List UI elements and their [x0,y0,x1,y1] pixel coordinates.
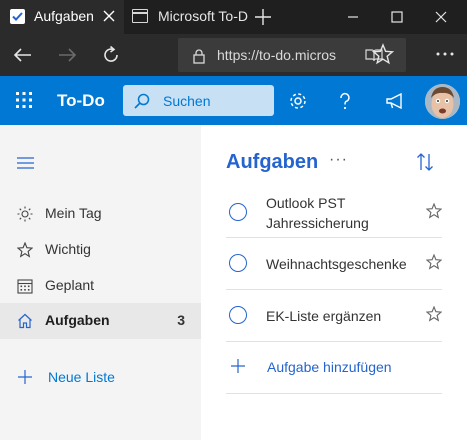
list-title[interactable]: Aufgaben [226,151,318,174]
app-header: To-Do Suchen [0,76,467,125]
plus-icon [17,369,33,385]
tab-title: Aufgaben [34,8,94,24]
complete-task-checkbox[interactable] [229,254,247,272]
settings-gear-icon[interactable] [287,90,309,112]
hamburger-menu-icon[interactable] [17,156,34,169]
task-count-badge: 3 [177,312,185,328]
search-box[interactable]: Suchen [123,85,274,116]
tab-microsoft-todo[interactable]: Microsoft To-D [124,0,250,34]
sort-icon[interactable] [416,152,434,172]
sidebar-item-label: Wichtig [45,241,91,257]
sun-icon [17,206,33,222]
user-avatar[interactable] [425,84,460,119]
app-title[interactable]: To-Do [57,91,105,111]
sidebar-item-label: Mein Tag [45,205,102,221]
tab-title: Microsoft To-D [158,8,248,24]
search-placeholder[interactable]: Suchen [163,93,210,109]
complete-task-checkbox[interactable] [229,203,247,221]
new-tab-plus-icon[interactable] [252,6,274,28]
sidebar-item-label: Aufgaben [45,312,110,328]
todo-favicon-icon [10,9,25,24]
calendar-icon [17,278,33,294]
help-icon[interactable] [334,90,356,112]
task-title[interactable]: Outlook PST Jahressicherung [266,193,416,233]
new-list-button[interactable]: Neue Liste [0,363,201,393]
importance-star-icon[interactable] [425,305,443,322]
importance-star-icon[interactable] [425,253,443,270]
browser-tab-strip: Aufgaben Microsoft To-D [0,0,467,34]
tab-aufgaben[interactable]: Aufgaben [0,0,124,34]
list-options-more-icon[interactable]: ··· [329,151,348,169]
search-icon[interactable] [133,92,151,110]
back-arrow-icon[interactable] [10,42,36,68]
star-icon [16,241,34,258]
add-task-button[interactable]: Aufgabe hinzufügen [226,343,442,394]
plus-icon [230,358,246,374]
add-task-label: Aufgabe hinzufügen [267,359,392,375]
sidebar-item-aufgaben[interactable]: Aufgaben 3 [0,303,201,339]
sidebar-item-wichtig[interactable]: Wichtig [0,232,201,268]
refresh-icon[interactable] [98,42,124,68]
sidebar: Mein Tag Wichtig Geplant Aufgaben 3 Neue… [0,125,201,440]
lock-icon[interactable] [192,48,206,64]
complete-task-checkbox[interactable] [229,306,247,324]
browser-toolbar: https://to-do.micros [0,34,467,76]
task-title[interactable]: Weihnachtsgeschenke [266,254,416,274]
forward-arrow-icon[interactable] [54,42,80,68]
sidebar-item-geplant[interactable]: Geplant [0,268,201,304]
add-favorite-star-icon[interactable] [371,43,395,65]
sidebar-item-label: Geplant [45,277,95,293]
task-title[interactable]: EK-Liste ergänzen [266,306,416,326]
task-item[interactable]: EK-Liste ergänzen [226,290,443,342]
home-icon [17,313,33,329]
new-list-label: Neue Liste [48,369,115,385]
whats-new-megaphone-icon[interactable] [384,90,406,112]
minimize-icon[interactable] [336,0,370,34]
task-list-pane: Aufgaben ··· Outlook PST Jahressicherung… [201,125,467,440]
app-launcher-icon[interactable] [15,91,33,109]
browser-more-icon[interactable] [433,44,457,64]
url-text[interactable]: https://to-do.micros [217,47,361,63]
task-item[interactable]: Weihnachtsgeschenke [226,238,443,290]
page-icon [132,9,148,23]
task-item[interactable]: Outlook PST Jahressicherung [226,188,443,238]
close-tab-icon[interactable] [100,7,118,25]
close-window-icon[interactable] [424,0,458,34]
sidebar-item-mein-tag[interactable]: Mein Tag [0,196,201,232]
importance-star-icon[interactable] [425,202,443,219]
maximize-icon[interactable] [380,0,414,34]
